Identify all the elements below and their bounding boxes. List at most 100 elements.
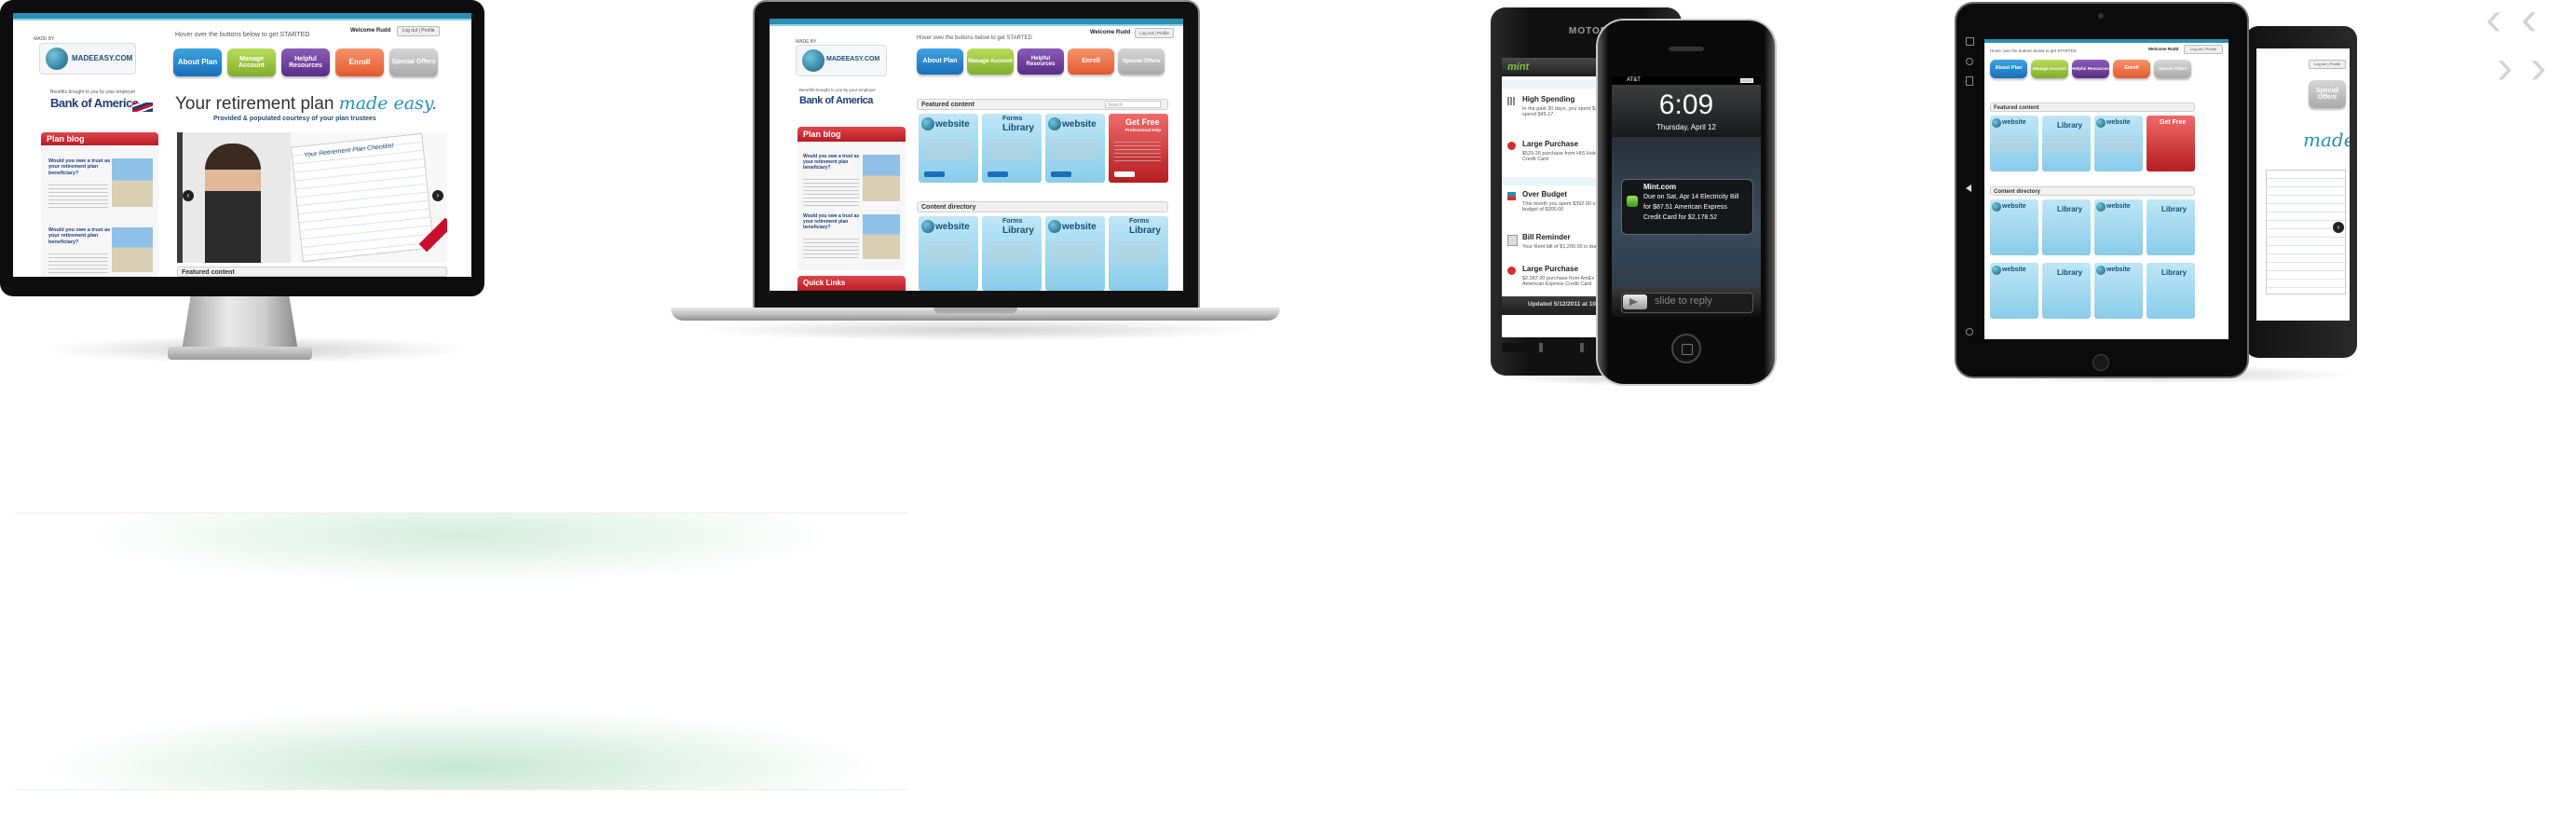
- nav-special-offers[interactable]: Special Offers: [389, 48, 438, 76]
- iphone-screen: AT&T 6:09 Thursday, April 12 Mint.com Du…: [1612, 76, 1761, 317]
- tile-get-free[interactable]: Get Free Professional Help: [1109, 114, 1168, 183]
- blog-question[interactable]: Would you owe a trust as your retirement…: [803, 213, 861, 230]
- power-icon[interactable]: [1966, 328, 1973, 335]
- tile-label: Get Free: [2160, 119, 2187, 126]
- home-icon[interactable]: [1966, 37, 1974, 46]
- tile-text: [1114, 242, 1161, 263]
- prev-arrow-bottom[interactable]: ‹: [2521, 0, 2537, 43]
- nav-helpful-resources[interactable]: Helpful Resources: [1017, 48, 1064, 75]
- back-icon[interactable]: [1966, 185, 1971, 192]
- nav-about-plan[interactable]: About Plan: [1990, 60, 2027, 78]
- nav-special-offers[interactable]: Special Offers: [1118, 48, 1165, 75]
- nav-special-offers[interactable]: Special Offers: [2309, 80, 2346, 108]
- home-button[interactable]: [1671, 334, 1701, 363]
- tablet-camera: [2098, 13, 2104, 19]
- tile-library[interactable]: Forms Library: [1109, 216, 1168, 291]
- notification-text-2: for $87.51 American Express: [1643, 204, 1727, 211]
- globe-icon: [921, 117, 934, 130]
- alert-budget-icon: [1507, 192, 1516, 200]
- tile-more-button[interactable]: [1114, 171, 1135, 177]
- nav-enroll[interactable]: Enroll: [2113, 60, 2150, 78]
- search-input[interactable]: Search: [1105, 101, 1161, 108]
- nav-helpful-resources[interactable]: Helpful Resources: [281, 48, 330, 76]
- nav-about-plan[interactable]: About Plan: [173, 48, 222, 76]
- tile-text: [2098, 136, 2137, 153]
- blog-excerpt: [48, 253, 108, 274]
- tile-website[interactable]: website: [919, 216, 978, 291]
- slider-label: slide to reply: [1655, 295, 1712, 307]
- tile-library[interactable]: Library: [2147, 263, 2195, 319]
- tile-label-forms: Forms: [1002, 116, 1023, 122]
- alert-title[interactable]: Large Purchase: [1522, 265, 1578, 273]
- welcome-text: Welcome Rudd: [1090, 30, 1131, 35]
- nav-manage-account[interactable]: Manage Account: [2031, 60, 2068, 78]
- blog-excerpt: [48, 185, 108, 211]
- blog-question[interactable]: Would you owe a trust as your retirement…: [803, 154, 861, 171]
- tile-more-button[interactable]: [988, 171, 1008, 177]
- carousel-prev-button[interactable]: ‹: [183, 190, 194, 201]
- tile-more-button[interactable]: [1051, 171, 1071, 177]
- alert-title[interactable]: Over Budget: [1522, 190, 1567, 198]
- search-icon[interactable]: [1966, 58, 1973, 65]
- nav-special-offers[interactable]: Special Offers: [2154, 60, 2191, 78]
- tablets-group: Log out | Profile Special Offers made ea…: [1956, 0, 2366, 391]
- headline-script: made easy.: [338, 93, 438, 114]
- nav-manage-account[interactable]: Manage Account: [227, 48, 276, 76]
- blog-question[interactable]: Would you owe a trust as your retirement…: [48, 158, 112, 176]
- tile-library[interactable]: Library: [2042, 116, 2091, 171]
- nav-about-plan[interactable]: About Plan: [917, 48, 963, 75]
- alert-title[interactable]: Large Purchase: [1522, 140, 1578, 148]
- tile-website[interactable]: website: [2094, 116, 2143, 171]
- bookmark-icon[interactable]: [1966, 76, 1973, 86]
- logout-link[interactable]: Log out | Profile: [2309, 60, 2346, 69]
- globe-icon: [1992, 118, 2001, 128]
- laptop-screen: MADE BY MADEEASY.COM Benefits brought to…: [770, 19, 1183, 291]
- tile-label: Library: [2161, 268, 2188, 277]
- tile-library[interactable]: Library: [2042, 199, 2091, 255]
- carousel-next-button[interactable]: ›: [2333, 222, 2344, 233]
- globe-icon: [1048, 220, 1061, 233]
- tile-website[interactable]: website: [1990, 263, 2038, 319]
- tile-more-button[interactable]: [924, 171, 945, 177]
- next-arrow-bottom[interactable]: ›: [2530, 43, 2546, 91]
- tile-library[interactable]: Forms Library: [982, 114, 1042, 183]
- tile-website[interactable]: website: [1045, 114, 1105, 183]
- featured-content-header: Featured content: [177, 267, 447, 277]
- blog-thumb: [112, 227, 153, 272]
- alert-title[interactable]: Bill Reminder: [1522, 233, 1571, 241]
- tile-label: Library: [2057, 121, 2083, 130]
- tile-label: website: [2002, 267, 2026, 273]
- hero-person: [205, 144, 261, 263]
- notification-text-3: Credit Card for $2,178.52: [1643, 214, 1717, 221]
- tile-website[interactable]: website: [2094, 199, 2143, 255]
- blog-excerpt: [803, 239, 859, 259]
- tile-library[interactable]: Library: [2147, 199, 2195, 255]
- nav-enroll[interactable]: Enroll: [335, 48, 384, 76]
- next-arrow-top[interactable]: ›: [2497, 43, 2513, 91]
- lock-date: Thursday, April 12: [1656, 123, 1716, 131]
- tile-website[interactable]: website: [2094, 263, 2143, 319]
- prev-arrow-top[interactable]: ‹: [2486, 0, 2501, 43]
- blog-question[interactable]: Would you owe a trust as your retirement…: [48, 227, 112, 245]
- battery-icon: [1740, 78, 1753, 83]
- phones-group: MOTOROLA mint TODAY High Spending In the…: [1481, 0, 1798, 391]
- nav-enroll[interactable]: Enroll: [1068, 48, 1114, 75]
- logout-link[interactable]: Log out | Profile: [1135, 28, 1174, 38]
- logout-link[interactable]: Log out | Profile: [397, 26, 440, 36]
- alert-title[interactable]: High Spending: [1522, 95, 1574, 103]
- tile-website[interactable]: website: [1990, 199, 2038, 255]
- tile-label: website: [935, 119, 970, 130]
- tile-get-free[interactable]: Get Free: [2147, 116, 2195, 171]
- carousel-next-button[interactable]: ›: [432, 190, 443, 201]
- nav-helpful-resources[interactable]: Helpful Resources: [2072, 60, 2109, 78]
- logout-link[interactable]: Log out | Profile: [2184, 45, 2223, 54]
- tile-library[interactable]: Forms Library: [982, 216, 1042, 291]
- tile-library[interactable]: Library: [2042, 263, 2091, 319]
- tile-text: [1114, 142, 1161, 162]
- front-tablet-screen: Hover over the buttons below to get STAR…: [1984, 39, 2228, 339]
- tablet-home-button[interactable]: [2092, 354, 2109, 371]
- tile-website[interactable]: website: [1045, 216, 1105, 291]
- tile-website[interactable]: website: [1990, 116, 2038, 171]
- tile-website[interactable]: website: [919, 114, 978, 183]
- nav-manage-account[interactable]: Manage Account: [967, 48, 1014, 75]
